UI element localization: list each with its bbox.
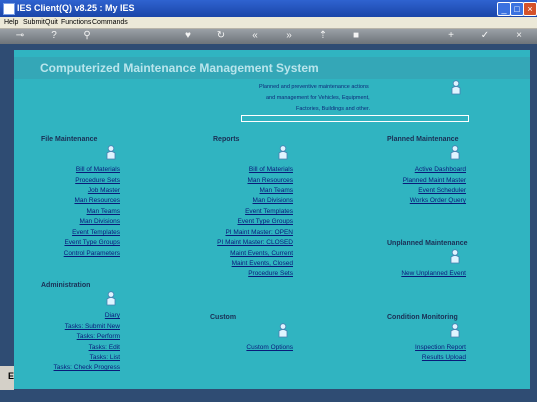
link-report-procedure-sets[interactable]: Procedure Sets	[248, 270, 293, 277]
link-report-bill-of-materials[interactable]: Bill of Materials	[249, 166, 293, 173]
menu-submit[interactable]: Submit	[23, 17, 45, 28]
heading-custom: Custom	[210, 314, 237, 321]
link-control-parameters[interactable]: Control Parameters	[64, 250, 120, 257]
heading-reports: Reports	[213, 136, 240, 143]
person-icon[interactable]	[278, 323, 288, 339]
link-tasks-perform[interactable]: Tasks: Perform	[77, 333, 120, 340]
maximize-button[interactable]: □	[510, 2, 524, 16]
link-man-teams[interactable]: Man Teams	[87, 208, 120, 215]
heart-icon[interactable]: ♥	[182, 30, 194, 42]
heading-planned-maintenance: Planned Maintenance	[387, 136, 459, 143]
menu-quit[interactable]: Quit	[45, 17, 58, 28]
page-title: Computerized Maintenance Management Syst…	[40, 61, 319, 75]
menu-help[interactable]: Help	[4, 17, 18, 28]
link-inspection-report[interactable]: Inspection Report	[415, 344, 466, 351]
link-man-divisions[interactable]: Man Divisions	[80, 218, 120, 225]
link-report-pi-maint-open[interactable]: PI Maint Master: OPEN	[225, 229, 293, 236]
link-bill-of-materials[interactable]: Bill of Materials	[76, 166, 120, 173]
close-window-button[interactable]: ×	[523, 2, 537, 16]
link-tasks-edit[interactable]: Tasks: Edit	[89, 344, 120, 351]
search-icon[interactable]: ⚲	[81, 30, 93, 42]
person-icon[interactable]	[450, 249, 460, 265]
link-new-unplanned-event[interactable]: New Unplanned Event	[401, 270, 466, 277]
link-report-event-templates[interactable]: Event Templates	[245, 208, 293, 215]
heading-condition-monitoring: Condition Monitoring	[387, 314, 458, 321]
link-report-man-teams[interactable]: Man Teams	[260, 187, 293, 194]
person-icon[interactable]	[450, 145, 460, 161]
link-report-event-type-groups[interactable]: Event Type Groups	[237, 218, 293, 225]
heading-file-maintenance: File Maintenance	[41, 136, 98, 143]
link-event-templates[interactable]: Event Templates	[72, 229, 120, 236]
close-icon[interactable]: ×	[513, 30, 525, 42]
link-report-maint-events-current[interactable]: Maint Events, Current	[230, 250, 293, 257]
description-line-2: and management for Vehicles, Equipment,	[266, 95, 370, 101]
link-report-man-resources[interactable]: Man Resources	[247, 177, 293, 184]
link-results-upload[interactable]: Results Upload	[422, 354, 466, 361]
description-box	[241, 115, 469, 122]
link-works-order-query[interactable]: Works Order Query	[410, 197, 466, 204]
heading-unplanned-maintenance: Unplanned Maintenance	[387, 240, 468, 247]
link-report-maint-events-closed[interactable]: Maint Events, Closed	[232, 260, 293, 267]
description-line-3: Factories, Buildings and other.	[296, 106, 370, 112]
link-active-dashboard[interactable]: Active Dashboard	[415, 166, 466, 173]
description-line-1: Planned and preventive maintenance actio…	[259, 84, 369, 90]
forward-icon[interactable]: »	[283, 30, 295, 42]
person-icon[interactable]	[106, 145, 116, 161]
link-report-pi-maint-closed[interactable]: PI Maint Master: CLOSED	[217, 239, 293, 246]
link-planned-maint-master[interactable]: Planned Maint Master	[403, 177, 466, 184]
person-icon[interactable]	[278, 145, 288, 161]
link-tasks-check-progress[interactable]: Tasks: Check Progress	[54, 364, 120, 371]
rewind-icon[interactable]: «	[249, 30, 261, 42]
link-job-master[interactable]: Job Master	[88, 187, 120, 194]
stop-icon[interactable]: ■	[350, 30, 362, 42]
minimize-button[interactable]: _	[497, 2, 511, 16]
window-title: IES Client(Q) v8.25 : My IES	[17, 3, 135, 13]
export-icon[interactable]: ⇡	[317, 30, 329, 42]
check-icon[interactable]: ✓	[479, 30, 491, 42]
menu-functions[interactable]: Functions	[61, 17, 91, 28]
link-tasks-list[interactable]: Tasks: List	[90, 354, 120, 361]
refresh-icon[interactable]: ↻	[215, 30, 227, 42]
menu-commands[interactable]: Commands	[92, 17, 128, 28]
link-event-scheduler[interactable]: Event Scheduler	[418, 187, 466, 194]
person-icon[interactable]	[450, 323, 460, 339]
toolbar: ⊸ ? ⚲ ♥ ↻ « » ⇡ ■ + ✓ ×	[0, 29, 537, 44]
key-icon[interactable]: ⊸	[10, 30, 30, 42]
help-icon[interactable]: ?	[48, 30, 60, 42]
app-icon	[3, 3, 15, 15]
person-icon[interactable]	[451, 80, 461, 96]
link-diary[interactable]: Diary	[105, 312, 120, 319]
link-man-resources[interactable]: Man Resources	[74, 197, 120, 204]
link-procedure-sets[interactable]: Procedure Sets	[75, 177, 120, 184]
link-custom-options[interactable]: Custom Options	[246, 344, 293, 351]
title-bar: IES Client(Q) v8.25 : My IES _ □ ×	[0, 0, 537, 17]
side-label: E	[8, 371, 15, 381]
add-icon[interactable]: +	[445, 30, 457, 42]
link-tasks-submit-new[interactable]: Tasks: Submit New	[65, 323, 120, 330]
heading-administration: Administration	[41, 282, 91, 289]
link-report-man-divisions[interactable]: Man Divisions	[253, 197, 293, 204]
person-icon[interactable]	[106, 291, 116, 307]
menu-bar: Help Submit Quit Functions Commands	[0, 17, 537, 29]
link-event-type-groups[interactable]: Event Type Groups	[64, 239, 120, 246]
